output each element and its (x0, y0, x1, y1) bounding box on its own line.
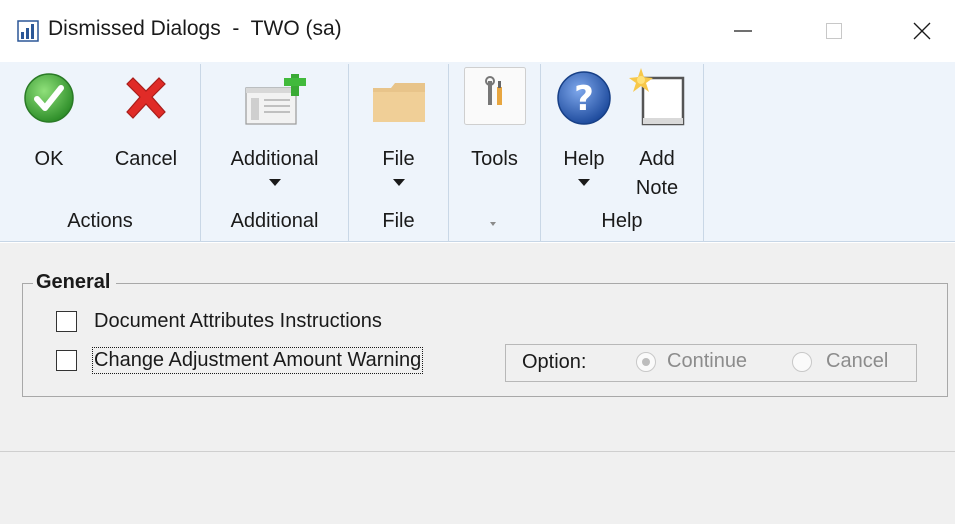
ok-label: OK (34, 148, 64, 170)
red-x-icon (119, 72, 173, 132)
continue-radio-label[interactable]: Continue (667, 350, 747, 373)
continue-radio[interactable] (636, 352, 656, 372)
close-button[interactable] (887, 0, 955, 62)
option-label: Option: (522, 351, 587, 373)
file-group: File File (349, 62, 448, 242)
help-icon: ? (556, 70, 612, 132)
checkmark-icon (23, 72, 75, 130)
content-area: General Document Attributes Instructions… (0, 243, 955, 524)
add-note-button[interactable]: Add Note (623, 62, 691, 202)
chevron-down-icon (392, 179, 405, 186)
additional-label: Additional (230, 148, 319, 170)
window-add-icon (242, 74, 308, 132)
additional-button[interactable]: Additional (211, 62, 338, 202)
app-chart-icon (17, 20, 39, 42)
maximize-icon (826, 23, 842, 39)
group-expander-icon[interactable] (490, 222, 496, 226)
chevron-down-icon (578, 179, 590, 186)
additional-group-label: Additional (230, 210, 319, 232)
tools-label: Tools (471, 148, 518, 170)
actions-group-label: Actions (67, 210, 133, 232)
cancel-radio-label[interactable]: Cancel (826, 350, 888, 373)
help-group-label: Help (601, 210, 643, 232)
folder-icon (371, 80, 427, 130)
file-label: File (382, 148, 415, 170)
actions-group: OK Cancel Actions (0, 62, 200, 242)
close-icon (913, 22, 931, 40)
tools-group: Tools (449, 62, 540, 242)
minimize-button[interactable] (708, 0, 778, 62)
cancel-radio[interactable] (792, 352, 812, 372)
file-button[interactable]: File (359, 62, 438, 202)
minimize-icon (734, 30, 752, 32)
add-note-label-line2: Note (635, 177, 679, 199)
note-icon (627, 66, 687, 134)
cancel-label: Cancel (114, 148, 178, 170)
footer-divider (0, 451, 955, 452)
chevron-down-icon (268, 179, 281, 186)
cancel-button[interactable]: Cancel (104, 62, 188, 202)
change-adjustment-checkbox[interactable] (56, 350, 77, 371)
ok-button[interactable]: OK (14, 62, 84, 202)
document-attributes-checkbox[interactable] (56, 311, 77, 332)
help-group: ? Help Add Note Help (541, 62, 703, 242)
file-group-label: File (382, 210, 415, 232)
svg-text:?: ? (574, 79, 594, 119)
ribbon-separator (703, 64, 704, 242)
add-note-label-line1: Add (639, 148, 675, 170)
general-legend: General (33, 271, 117, 294)
change-adjustment-label[interactable]: Change Adjustment Amount Warning (91, 347, 424, 374)
document-attributes-label[interactable]: Document Attributes Instructions (94, 310, 382, 333)
help-button[interactable]: ? Help (549, 62, 619, 202)
help-label: Help (563, 148, 605, 170)
window-title: Dismissed Dialogs - TWO (sa) (48, 17, 342, 40)
tools-icon (463, 66, 527, 132)
maximize-button[interactable] (799, 0, 869, 62)
title-bar: Dismissed Dialogs - TWO (sa) (0, 0, 955, 62)
additional-group: Additional Additional (201, 62, 348, 242)
tools-button[interactable]: Tools (457, 62, 532, 202)
ribbon: OK Cancel Actions Additional Additional … (0, 62, 955, 242)
